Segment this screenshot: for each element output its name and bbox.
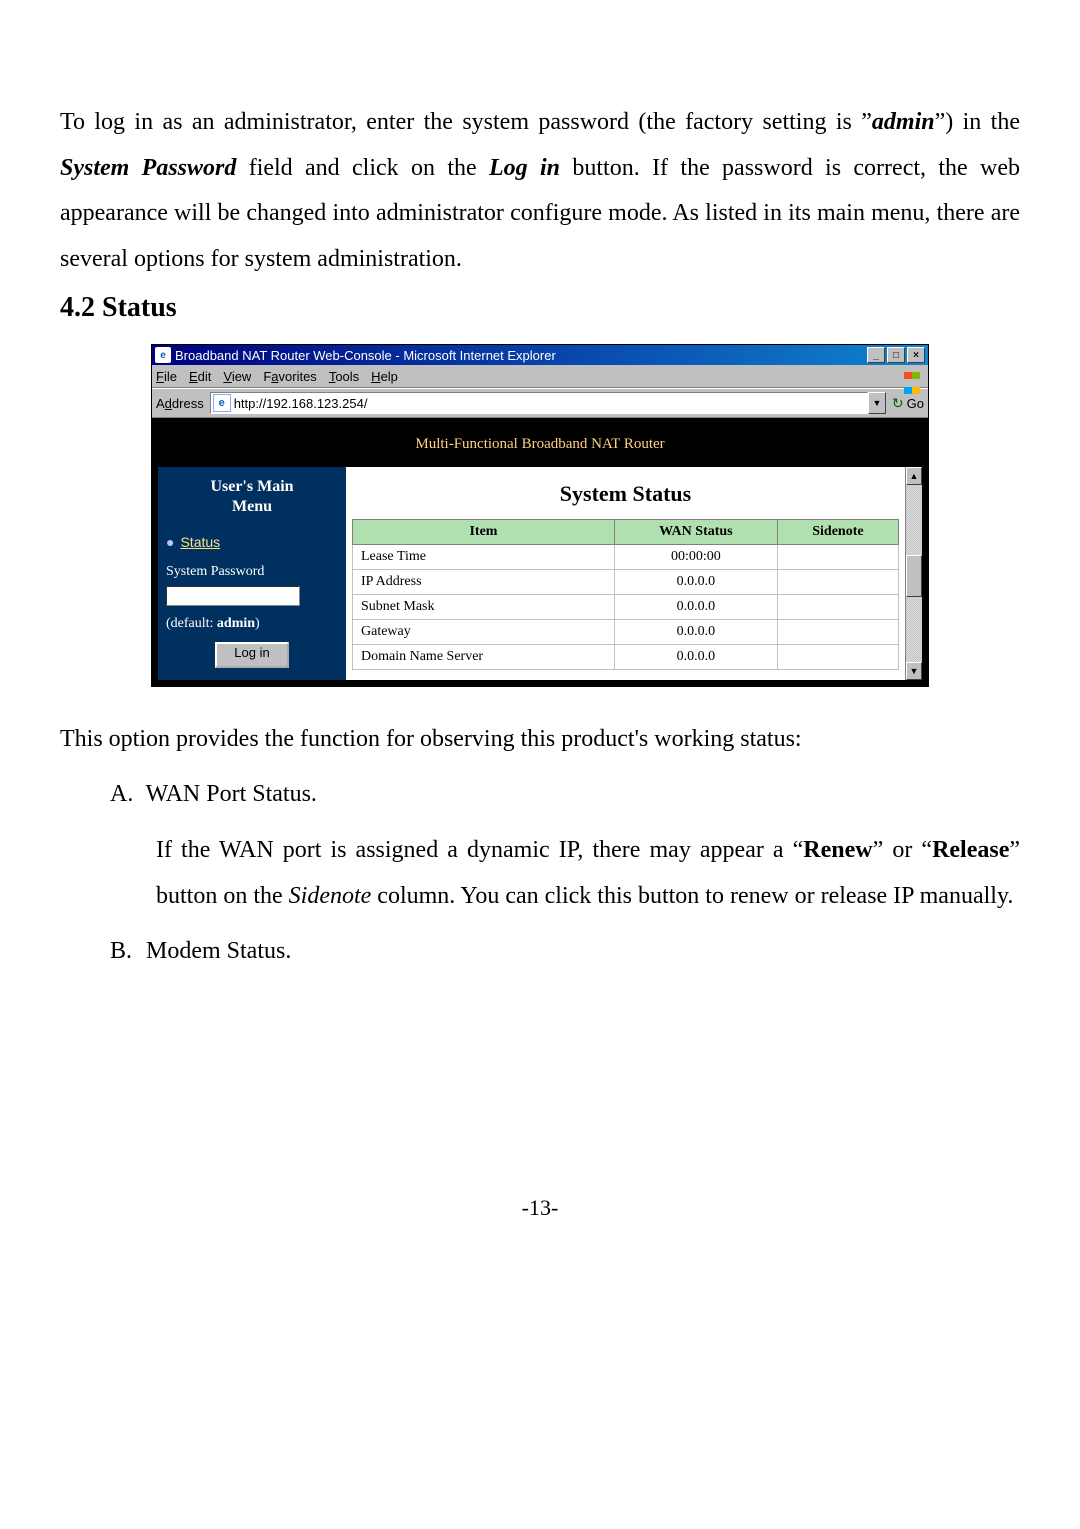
table-row: Lease Time 00:00:00: [353, 545, 899, 570]
scrollbar-thumb[interactable]: [906, 555, 922, 597]
close-button[interactable]: ×: [907, 347, 925, 363]
section-title: Status: [102, 292, 177, 323]
table-header-row: Item WAN Status Sidenote: [353, 520, 899, 545]
menu-edit[interactable]: Edit: [189, 369, 211, 384]
ie-window: e Broadband NAT Router Web-Console - Mic…: [151, 344, 929, 686]
content-pane: System Status Item WAN Status Sidenote L…: [346, 467, 922, 679]
scroll-up-button[interactable]: ▲: [906, 467, 922, 485]
ie-icon: e: [155, 347, 171, 363]
address-dropdown-button[interactable]: ▼: [868, 392, 886, 414]
bullet-icon: ●: [166, 534, 174, 550]
section-number: 4.2: [60, 292, 95, 323]
system-password-label: System Password: [166, 564, 338, 580]
menu-file[interactable]: File: [156, 369, 177, 384]
list-title-a: WAN Port Status.: [146, 781, 317, 807]
document-page: To log in as an administrator, enter the…: [0, 0, 1080, 1261]
window-title: Broadband NAT Router Web-Console - Micro…: [175, 348, 867, 363]
intro-paragraph: To log in as an administrator, enter the…: [60, 100, 1020, 282]
page-number: -13-: [60, 1195, 1020, 1221]
list-body-a: If the WAN port is assigned a dynamic IP…: [156, 828, 1020, 919]
login-button[interactable]: Log in: [215, 642, 289, 668]
minimize-button[interactable]: _: [867, 347, 885, 363]
sidebar: User's Main Menu ● Status System Password…: [158, 467, 346, 679]
address-input[interactable]: e http://192.168.123.254/: [210, 392, 868, 414]
go-label: Go: [907, 396, 924, 411]
status-link-label: Status: [180, 534, 220, 550]
window-titlebar: e Broadband NAT Router Web-Console - Mic…: [152, 345, 928, 365]
col-item: Item: [353, 520, 615, 545]
sidebar-item-status[interactable]: ● Status: [166, 534, 338, 550]
table-row: Gateway 0.0.0.0: [353, 620, 899, 645]
scrollbar-track[interactable]: [906, 485, 922, 661]
router-banner: Multi-Functional Broadband NAT Router: [158, 424, 922, 467]
list-letter-b: B.: [110, 929, 140, 975]
col-sidenote: Sidenote: [777, 520, 898, 545]
table-row: IP Address 0.0.0.0: [353, 570, 899, 595]
table-row: Subnet Mask 0.0.0.0: [353, 595, 899, 620]
col-wan: WAN Status: [614, 520, 777, 545]
after-figure-paragraph: This option provides the function for ob…: [60, 717, 1020, 763]
vertical-scrollbar[interactable]: ▲ ▼: [905, 467, 922, 679]
list-item-b: B. Modem Status.: [110, 929, 1020, 975]
maximize-button[interactable]: □: [887, 347, 905, 363]
address-label: Address: [156, 396, 204, 411]
system-password-input[interactable]: [166, 586, 300, 606]
go-arrow-icon: ↻: [892, 395, 904, 412]
list-item-a: A. WAN Port Status.: [110, 772, 1020, 818]
sidebar-title: User's Main Menu: [166, 471, 338, 525]
address-bar: Address e http://192.168.123.254/ ▼ ↻ Go: [152, 388, 928, 418]
content-title: System Status: [352, 467, 899, 519]
table-row: Domain Name Server 0.0.0.0: [353, 645, 899, 670]
menu-view[interactable]: View: [223, 369, 251, 384]
list-letter-a: A.: [110, 772, 140, 818]
menubar: File Edit View Favorites Tools Help: [152, 365, 928, 388]
windows-flag-icon: [904, 367, 924, 385]
status-table: Item WAN Status Sidenote Lease Time 00:0…: [352, 519, 899, 670]
address-url: http://192.168.123.254/: [234, 396, 368, 411]
page-icon: e: [213, 394, 231, 412]
scroll-down-button[interactable]: ▼: [906, 662, 922, 680]
browser-client-area: Multi-Functional Broadband NAT Router Us…: [152, 418, 928, 685]
menu-favorites[interactable]: Favorites: [263, 369, 316, 384]
menu-tools[interactable]: Tools: [329, 369, 359, 384]
menu-help[interactable]: Help: [371, 369, 398, 384]
default-hint: (default: admin): [166, 616, 338, 632]
section-heading: 4.2 Status: [60, 292, 1020, 324]
go-button[interactable]: ↻ Go: [892, 395, 924, 412]
list-title-b: Modem Status.: [146, 938, 291, 964]
